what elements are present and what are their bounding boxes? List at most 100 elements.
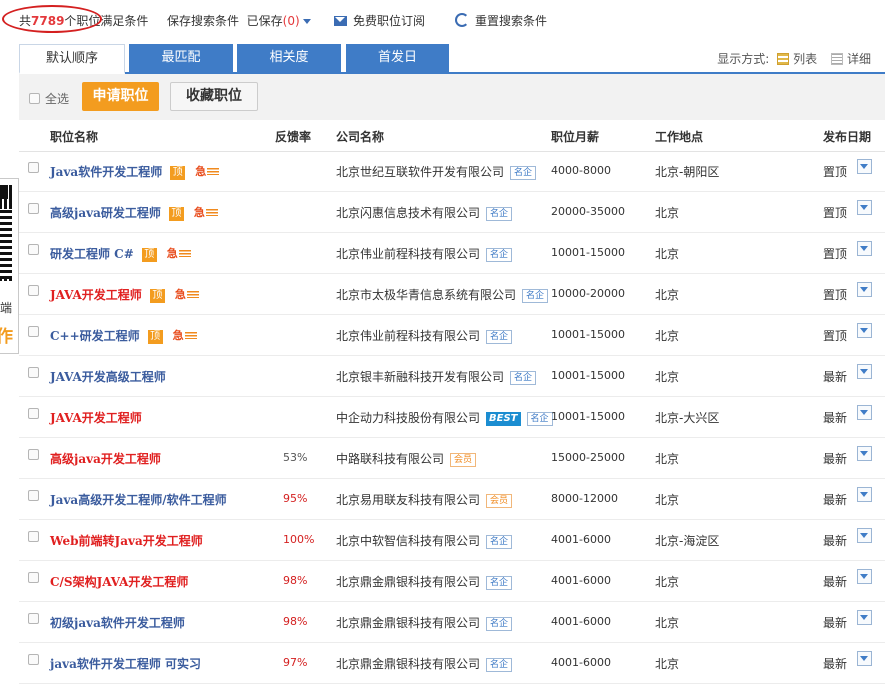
company-badge: 名企 bbox=[486, 248, 513, 262]
job-title-link[interactable]: JAVA开发工程师顶急 bbox=[50, 286, 199, 303]
job-title-link[interactable]: Java高级开发工程师/软件工程师 bbox=[50, 491, 227, 508]
location: 北京 bbox=[655, 288, 680, 302]
row-checkbox[interactable] bbox=[28, 244, 39, 255]
urgent-lines-icon bbox=[186, 291, 199, 298]
reset-search-link[interactable]: 重置搜索条件 bbox=[455, 12, 547, 29]
view-list-toggle[interactable]: 列表 bbox=[773, 52, 817, 66]
row-checkbox[interactable] bbox=[28, 203, 39, 214]
company-name[interactable]: 北京伟业前程科技有限公司 名企 bbox=[336, 245, 513, 262]
view-detail-toggle[interactable]: 详细 bbox=[821, 52, 871, 66]
expand-dropdown-icon[interactable] bbox=[857, 569, 872, 584]
row-checkbox[interactable] bbox=[28, 326, 39, 337]
save-search-dropdown[interactable]: 保存搜索条件 已保存(0) bbox=[167, 12, 311, 29]
table-row: 高级java研发工程师顶急 北京闪惠信息技术有限公司 名企 20000-35000 北京… bbox=[19, 192, 885, 233]
display-mode: 显示方式: 列表 详细 bbox=[717, 52, 871, 66]
row-checkbox[interactable] bbox=[28, 449, 39, 460]
tab-best-match[interactable]: 最匹配 bbox=[129, 44, 233, 72]
tab-default-order[interactable]: 默认顺序 bbox=[19, 44, 125, 74]
tab-relevance[interactable]: 相关度 bbox=[237, 44, 341, 72]
detail-icon bbox=[830, 53, 843, 65]
mail-icon bbox=[334, 16, 347, 26]
row-checkbox[interactable] bbox=[28, 654, 39, 665]
expand-dropdown-icon[interactable] bbox=[857, 323, 872, 338]
expand-dropdown-icon[interactable] bbox=[857, 405, 872, 420]
refresh-icon bbox=[455, 13, 469, 27]
job-title-link[interactable]: JAVA开发工程师 bbox=[50, 409, 142, 426]
urgent-tag: 急 bbox=[167, 245, 191, 261]
col-rate: 反馈率 bbox=[275, 130, 312, 144]
expand-dropdown-icon[interactable] bbox=[857, 446, 872, 461]
company-name[interactable]: 北京伟业前程科技有限公司 名企 bbox=[336, 327, 513, 344]
table-row: Java高级开发工程师/软件工程师 95% 北京易用联友科技有限公司 会员 8000-1… bbox=[19, 479, 885, 520]
tab-first-published[interactable]: 首发日 bbox=[346, 44, 449, 72]
expand-dropdown-icon[interactable] bbox=[857, 241, 872, 256]
job-title-link[interactable]: C/S架构JAVA开发工程师 bbox=[50, 573, 188, 590]
table-row: Web前端转Java开发工程师 100% 北京中软智信科技有限公司 名企 4001-60… bbox=[19, 520, 885, 561]
expand-dropdown-icon[interactable] bbox=[857, 159, 872, 174]
row-checkbox[interactable] bbox=[28, 531, 39, 542]
company-name[interactable]: 北京世纪互联软件开发有限公司 名企 bbox=[336, 163, 537, 180]
location: 北京-海淀区 bbox=[655, 534, 720, 548]
feedback-rate: 98% bbox=[283, 615, 308, 628]
job-title-link[interactable]: java软件开发工程师 可实习 bbox=[50, 655, 201, 672]
expand-dropdown-icon[interactable] bbox=[857, 282, 872, 297]
top-tag: 顶 bbox=[147, 330, 163, 344]
job-title-link[interactable]: Java软件开发工程师顶急 bbox=[50, 163, 220, 180]
location: 北京 bbox=[655, 206, 680, 220]
job-title-link[interactable]: JAVA开发高级工程师 bbox=[50, 368, 166, 385]
company-name[interactable]: 中企动力科技股份有限公司 BEST 名企 bbox=[336, 409, 553, 426]
company-badge: 名企 bbox=[486, 576, 513, 590]
row-checkbox[interactable] bbox=[28, 285, 39, 296]
expand-dropdown-icon[interactable] bbox=[857, 651, 872, 666]
publish-date: 最新 bbox=[823, 452, 848, 466]
company-name[interactable]: 北京易用联友科技有限公司 会员 bbox=[336, 491, 513, 508]
company-name[interactable]: 中路联科技有限公司 会员 bbox=[336, 450, 477, 467]
job-title-link[interactable]: C++研发工程师顶急 bbox=[50, 327, 197, 344]
expand-dropdown-icon[interactable] bbox=[857, 528, 872, 543]
salary: 10001-15000 bbox=[551, 328, 625, 341]
table-row: JAVA开发工程师顶急 北京市太极华青信息系统有限公司 名企 10000-20000 北… bbox=[19, 274, 885, 315]
company-name[interactable]: 北京鼎金鼎银科技有限公司 名企 bbox=[336, 655, 513, 672]
expand-dropdown-icon[interactable] bbox=[857, 364, 872, 379]
company-name[interactable]: 北京鼎金鼎银科技有限公司 名企 bbox=[336, 614, 513, 631]
salary: 4000-8000 bbox=[551, 164, 611, 177]
salary: 10001-15000 bbox=[551, 369, 625, 382]
row-checkbox[interactable] bbox=[28, 490, 39, 501]
salary: 4001-6000 bbox=[551, 656, 611, 669]
job-title-link[interactable]: 高级java开发工程师 bbox=[50, 450, 161, 467]
job-title-link[interactable]: 初级java软件开发工程师 bbox=[50, 614, 185, 631]
company-badge: 名企 bbox=[486, 330, 513, 344]
side-app-panel[interactable]: 端 作 bbox=[0, 178, 19, 354]
row-checkbox[interactable] bbox=[28, 408, 39, 419]
row-checkbox[interactable] bbox=[28, 162, 39, 173]
col-company: 公司名称 bbox=[336, 130, 385, 144]
salary: 20000-35000 bbox=[551, 205, 625, 218]
job-title-link[interactable]: 研发工程师 C# 顶急 bbox=[50, 245, 191, 262]
company-name[interactable]: 北京闪惠信息技术有限公司 名企 bbox=[336, 204, 513, 221]
expand-dropdown-icon[interactable] bbox=[857, 487, 872, 502]
job-title-link[interactable]: Web前端转Java开发工程师 bbox=[50, 532, 203, 549]
job-title-link[interactable]: 高级java研发工程师顶急 bbox=[50, 204, 218, 221]
best-badge: BEST bbox=[486, 412, 521, 426]
location: 北京 bbox=[655, 616, 680, 630]
checkbox[interactable] bbox=[29, 93, 40, 104]
row-checkbox[interactable] bbox=[28, 613, 39, 624]
company-name[interactable]: 北京市太极华青信息系统有限公司 名企 bbox=[336, 286, 549, 303]
col-location: 工作地点 bbox=[655, 130, 704, 144]
apply-button[interactable]: 申请职位 bbox=[82, 82, 159, 111]
salary: 10001-15000 bbox=[551, 410, 625, 423]
company-name[interactable]: 北京中软智信科技有限公司 名企 bbox=[336, 532, 513, 549]
row-checkbox[interactable] bbox=[28, 367, 39, 378]
expand-dropdown-icon[interactable] bbox=[857, 200, 872, 215]
table-row: Java软件开发工程师顶急 北京世纪互联软件开发有限公司 名企 4000-8000 北京… bbox=[19, 151, 885, 192]
expand-dropdown-icon[interactable] bbox=[857, 610, 872, 625]
subscribe-link[interactable]: 免费职位订阅 bbox=[334, 12, 425, 29]
table-row: 初级java软件开发工程师 98% 北京鼎金鼎银科技有限公司 名企 4001-6000 北… bbox=[19, 602, 885, 643]
select-all-checkbox[interactable]: 全选 bbox=[29, 90, 69, 107]
favorite-button[interactable]: 收藏职位 bbox=[170, 82, 258, 111]
publish-date: 置顶 bbox=[823, 329, 848, 343]
company-name[interactable]: 北京鼎金鼎银科技有限公司 名企 bbox=[336, 573, 513, 590]
row-checkbox[interactable] bbox=[28, 572, 39, 583]
company-name[interactable]: 北京银丰新融科技开发有限公司 名企 bbox=[336, 368, 537, 385]
urgent-tag: 急 bbox=[195, 163, 220, 179]
